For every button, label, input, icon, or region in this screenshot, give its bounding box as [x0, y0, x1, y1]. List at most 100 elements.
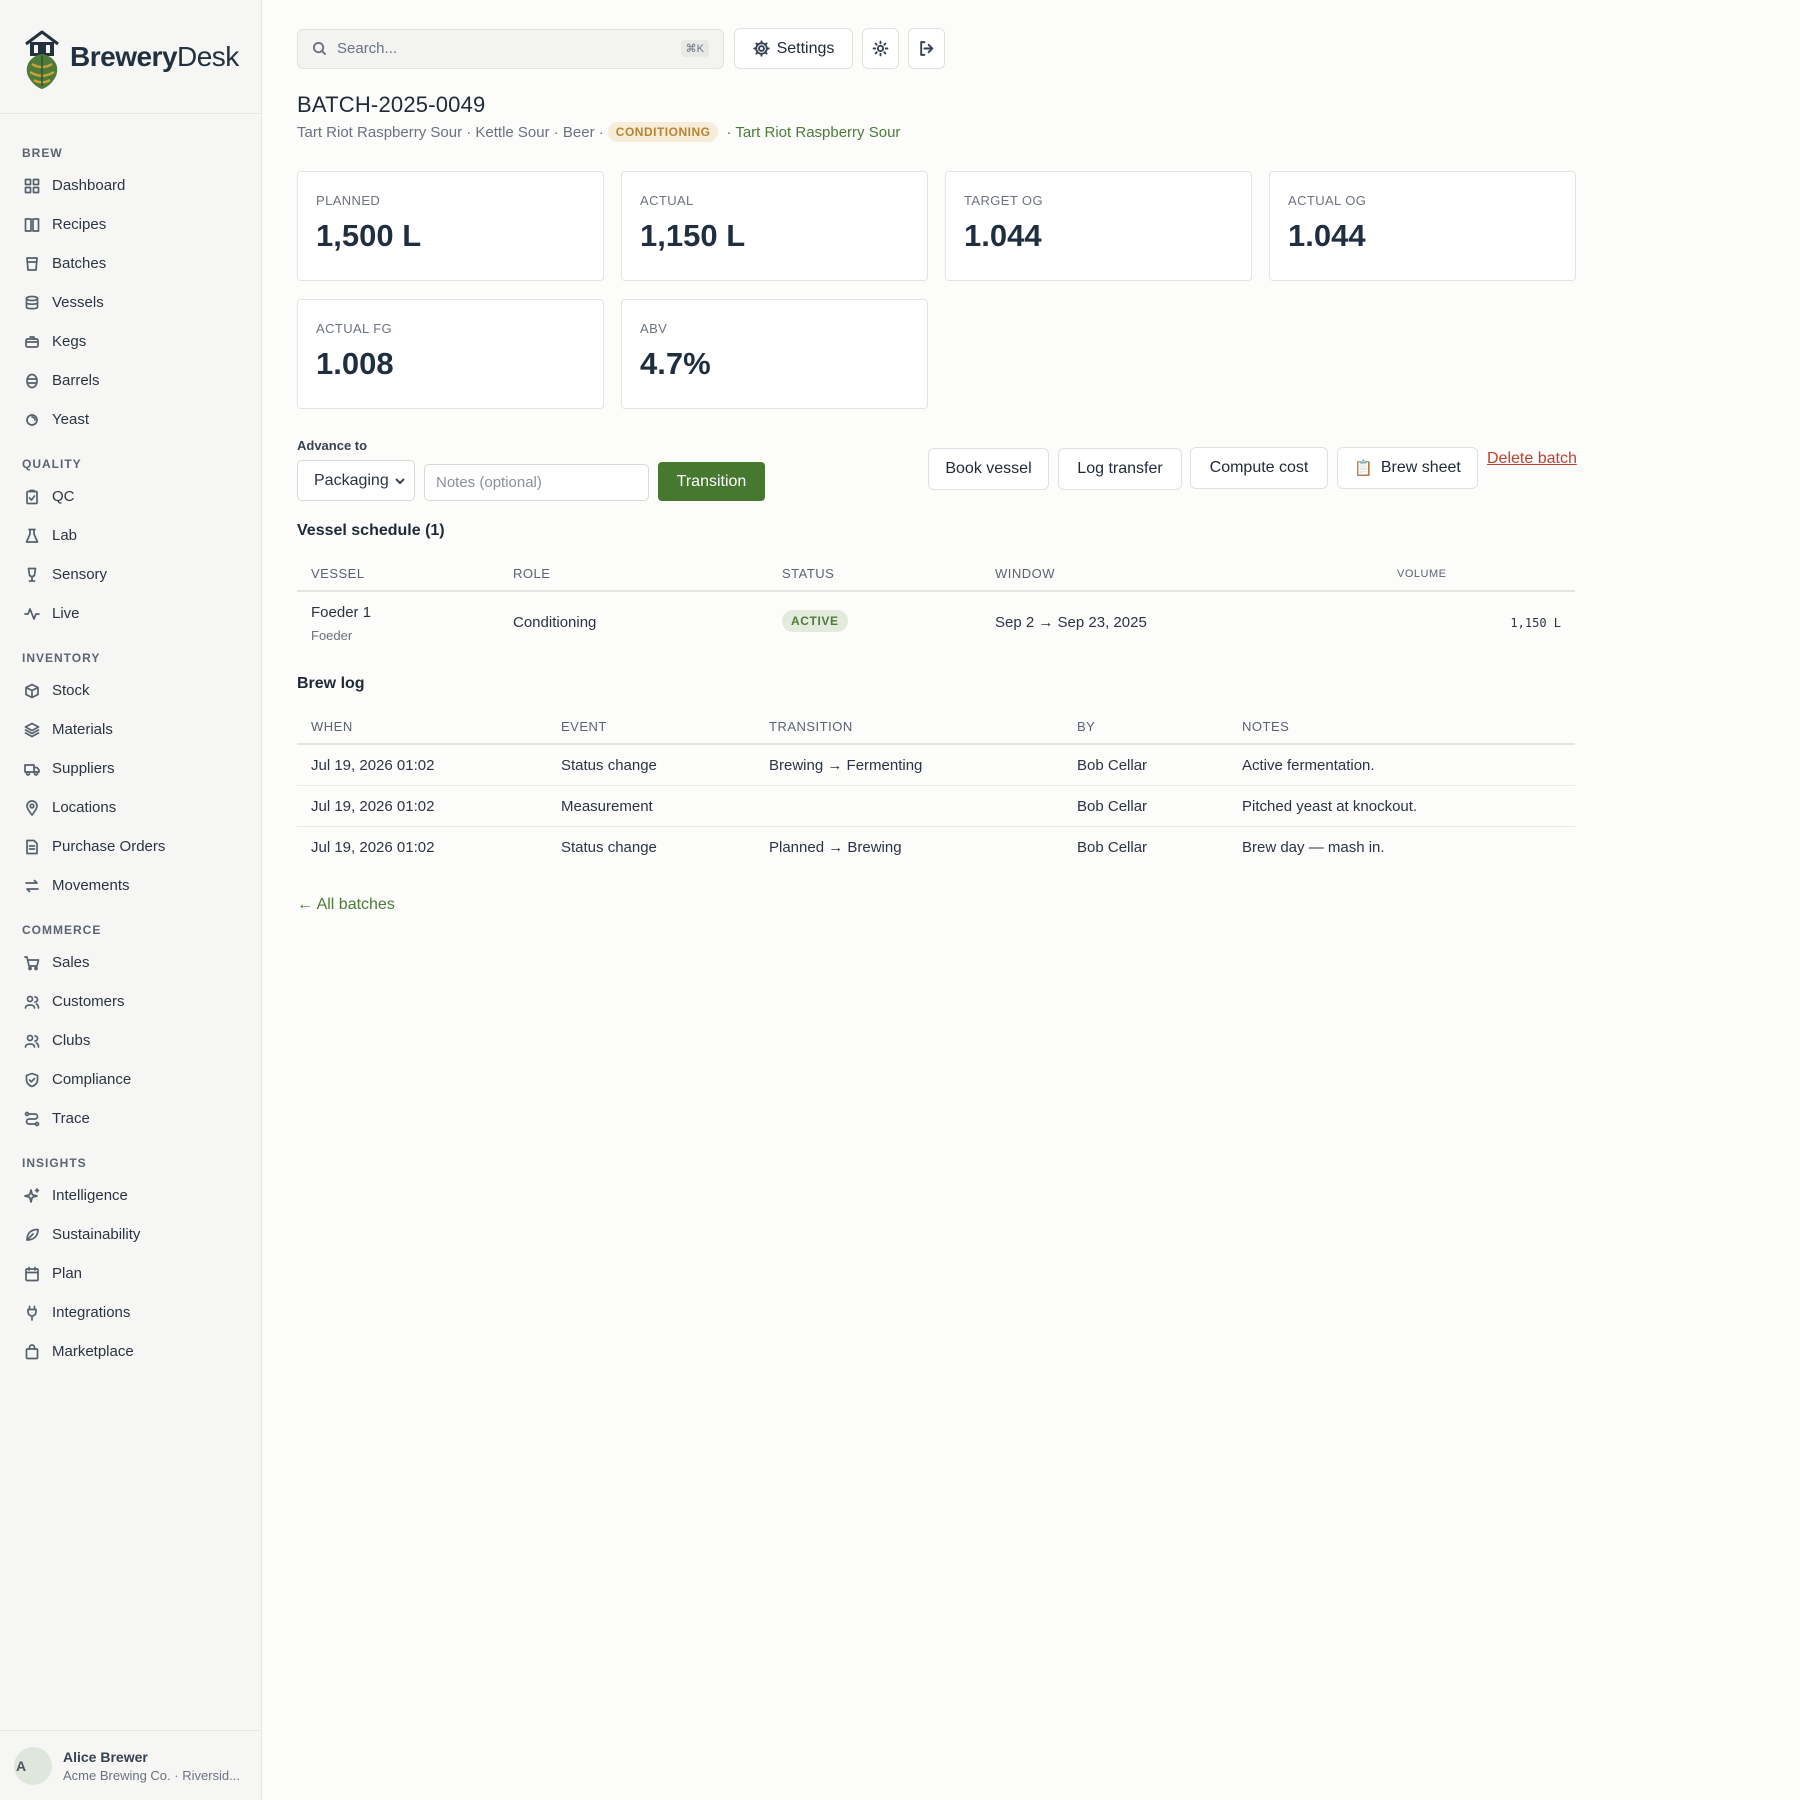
vessel-name[interactable]: Foeder 1 — [311, 604, 371, 621]
sidebar-item-kegs[interactable]: Kegs — [0, 322, 261, 361]
sidebar-item-recipes[interactable]: Recipes — [0, 205, 261, 244]
sidebar-item-live[interactable]: Live — [0, 594, 261, 633]
sidebar-item-movements[interactable]: Movements — [0, 866, 261, 905]
logout-icon — [920, 41, 934, 56]
sidebar-item-label: Barrels — [52, 372, 100, 389]
theme-toggle-button[interactable] — [862, 28, 899, 69]
brand[interactable]: BreweryDesk — [0, 0, 261, 114]
vessel-schedule-table: VESSEL ROLE STATUS WINDOW VOLUME Foeder … — [297, 554, 1575, 656]
sidebar-item-label: Suppliers — [52, 760, 115, 777]
stat-value: 1.044 — [964, 218, 1042, 253]
sidebar-item-yeast[interactable]: Yeast — [0, 400, 261, 439]
column-header: NOTES — [1242, 719, 1290, 734]
sidebar-item-sales[interactable]: Sales — [0, 943, 261, 982]
search-input[interactable]: Search... ⌘K — [297, 28, 724, 69]
column-header: STATUS — [782, 566, 835, 581]
brew-sheet-label: Brew sheet — [1380, 459, 1461, 476]
advance-selected-value: Packaging — [314, 471, 389, 489]
brew-sheet-button[interactable]: 📋 Brew sheet — [1337, 447, 1478, 489]
sidebar-item-qc[interactable]: QC — [0, 477, 261, 516]
sidebar-item-barrels[interactable]: Barrels — [0, 361, 261, 400]
stat-label: TARGET OG — [964, 193, 1043, 208]
search-shortcut: ⌘K — [680, 40, 709, 57]
sidebar-item-label: Marketplace — [52, 1343, 134, 1360]
sparkles-icon — [24, 1187, 40, 1204]
vessel-type: Foeder — [311, 628, 353, 643]
notes-input[interactable]: Notes (optional) — [424, 464, 649, 501]
keg-icon — [24, 334, 40, 350]
cart-icon — [24, 955, 40, 971]
advance-to-label: Advance to — [297, 438, 368, 453]
sidebar-item-label: Sensory — [52, 566, 108, 583]
sidebar-item-compliance[interactable]: Compliance — [0, 1060, 261, 1099]
sidebar-item-lab[interactable]: Lab — [0, 516, 261, 555]
log-by: Bob Cellar — [1077, 757, 1148, 774]
sidebar-item-label: Sustainability — [52, 1226, 141, 1243]
column-header: VOLUME — [1397, 568, 1447, 580]
sidebar-item-label: Movements — [52, 877, 130, 894]
logout-button[interactable] — [908, 28, 945, 69]
sidebar-item-label: Lab — [52, 527, 78, 544]
sidebar-item-locations[interactable]: Locations — [0, 788, 261, 827]
column-header: BY — [1077, 719, 1096, 734]
sidebar: BreweryDesk BREW Dashboard Recipes Batch… — [0, 0, 262, 1800]
sidebar-item-label: Kegs — [52, 333, 87, 350]
sidebar-item-label: Batches — [52, 255, 107, 272]
glass-icon — [24, 567, 40, 583]
topbar: Search... ⌘K Settings — [297, 28, 945, 69]
settings-button[interactable]: Settings — [734, 28, 853, 69]
stat-card-actual: ACTUAL 1,150 L — [621, 171, 928, 281]
table-row[interactable]: Foeder 1 Foeder Conditioning ACTIVE Sep … — [297, 592, 1575, 656]
sidebar-item-purchase-orders[interactable]: Purchase Orders — [0, 827, 261, 866]
recipe-link[interactable]: · Tart Riot Raspberry Sour — [726, 124, 900, 141]
compute-cost-button[interactable]: Compute cost — [1190, 447, 1328, 489]
nav-section-commerce: COMMERCE — [22, 923, 102, 937]
table-header: VESSEL ROLE STATUS WINDOW VOLUME — [297, 554, 1575, 592]
status-badge: CONDITIONING — [607, 122, 719, 142]
sidebar-item-vessels[interactable]: Vessels — [0, 283, 261, 322]
all-batches-link[interactable]: ← All batches — [297, 896, 395, 914]
user-profile[interactable]: A Alice Brewer Acme Brewing Co. · Rivers… — [0, 1730, 261, 1800]
sidebar-item-materials[interactable]: Materials — [0, 710, 261, 749]
sidebar-item-label: Trace — [52, 1110, 90, 1127]
sidebar-item-plan[interactable]: Plan — [0, 1254, 261, 1293]
sidebar-item-dashboard[interactable]: Dashboard — [0, 166, 261, 205]
column-header: TRANSITION — [769, 719, 853, 734]
route-icon — [24, 1111, 40, 1127]
sidebar-item-stock[interactable]: Stock — [0, 671, 261, 710]
vessel-volume: 1,150 L — [1510, 616, 1561, 630]
barrel-icon — [24, 373, 40, 389]
sidebar-item-label: Vessels — [52, 294, 104, 311]
beaker-icon — [24, 256, 40, 272]
transition-button[interactable]: Transition — [658, 462, 765, 501]
stat-value: 4.7% — [640, 346, 711, 381]
table-row: Jul 19, 2026 01:02 Status change Brewing… — [297, 745, 1575, 786]
stat-label: ACTUAL OG — [1288, 193, 1367, 208]
log-notes: Active fermentation. — [1242, 757, 1375, 774]
sidebar-item-trace[interactable]: Trace — [0, 1099, 261, 1138]
advance-status-select[interactable]: Packaging — [297, 460, 415, 501]
sidebar-item-clubs[interactable]: Clubs — [0, 1021, 261, 1060]
sidebar-item-suppliers[interactable]: Suppliers — [0, 749, 261, 788]
status-badge: ACTIVE — [782, 610, 848, 632]
sidebar-item-marketplace[interactable]: Marketplace — [0, 1332, 261, 1371]
log-transition: Planned → Brewing — [769, 839, 902, 856]
book-vessel-button[interactable]: Book vessel — [928, 448, 1049, 490]
shield-icon — [24, 1072, 40, 1088]
vessel-schedule-title: Vessel schedule (1) — [297, 522, 445, 539]
column-header: WHEN — [311, 719, 353, 734]
sidebar-item-label: Recipes — [52, 216, 107, 233]
sidebar-item-customers[interactable]: Customers — [0, 982, 261, 1021]
brew-log-title: Brew log — [297, 675, 365, 692]
sidebar-item-sensory[interactable]: Sensory — [0, 555, 261, 594]
log-transfer-button[interactable]: Log transfer — [1058, 448, 1182, 490]
sidebar-item-label: Sales — [52, 954, 90, 971]
delete-batch-link[interactable]: Delete batch — [1487, 450, 1577, 468]
stat-card-target-og: TARGET OG 1.044 — [945, 171, 1252, 281]
sidebar-item-sustainability[interactable]: Sustainability — [0, 1215, 261, 1254]
sidebar-item-batches[interactable]: Batches — [0, 244, 261, 283]
log-by: Bob Cellar — [1077, 839, 1148, 856]
sidebar-item-integrations[interactable]: Integrations — [0, 1293, 261, 1332]
sidebar-item-intelligence[interactable]: Intelligence — [0, 1176, 261, 1215]
batch-meta: Tart Riot Raspberry Sour · Kettle Sour ·… — [297, 123, 604, 141]
